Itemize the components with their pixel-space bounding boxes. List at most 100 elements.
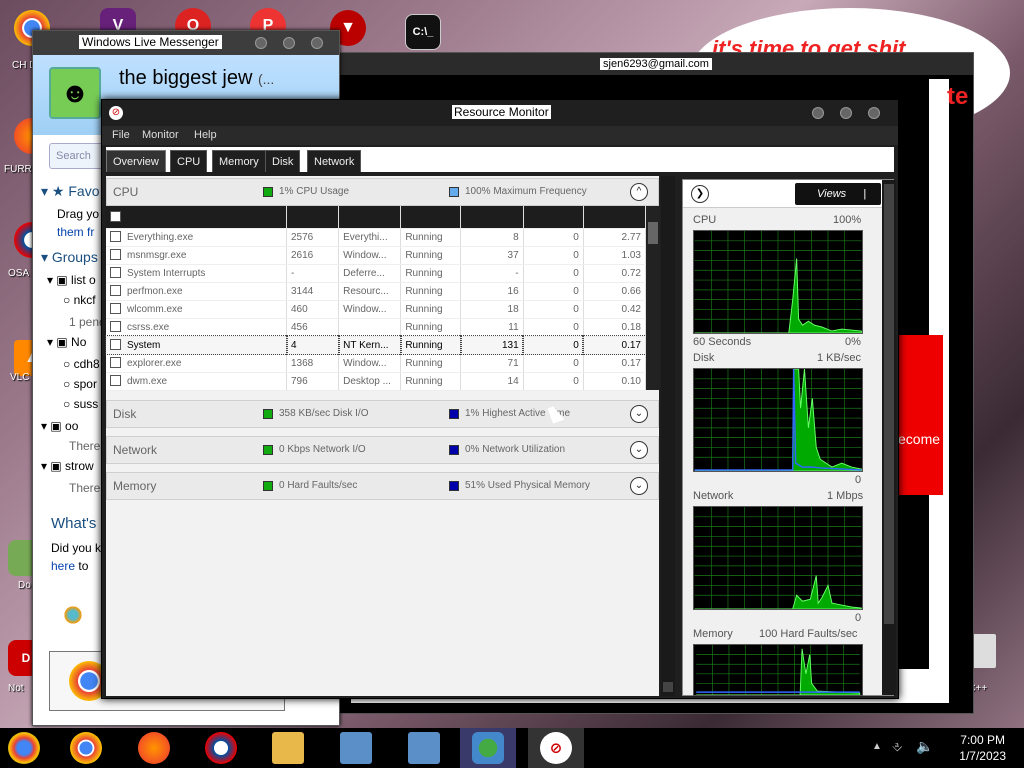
graph-panel: ❯ Views | CPU 100% 60 Seconds 0% Disk 1 … [682, 179, 894, 696]
disk-section-header[interactable]: Disk 358 KB/sec Disk I/O 1% Highest Acti… [106, 400, 659, 428]
explorer-taskbar-icon[interactable] [272, 732, 304, 764]
groups-header[interactable]: ▾ Groups [41, 249, 98, 266]
table-row[interactable]: msnmsgr.exe 2616 Window... Running 37 0 1.03 [106, 246, 647, 265]
process-checkbox[interactable] [110, 339, 121, 351]
whats-new-link[interactable]: here to [51, 559, 88, 573]
network-app-taskbar-icon[interactable] [340, 732, 372, 764]
contact-nkcf[interactable]: ○ nkcf [63, 293, 96, 307]
recycle-bin-icon[interactable] [972, 634, 996, 668]
memory-section-header[interactable]: Memory 0 Hard Faults/sec 51% Used Physic… [106, 472, 659, 500]
scrollbar-thumb[interactable] [884, 184, 894, 624]
messenger-taskbar-button[interactable] [460, 728, 516, 768]
show-hidden-icons[interactable]: ▲ [872, 741, 882, 752]
select-all-checkbox[interactable] [110, 211, 121, 223]
process-checkbox[interactable] [110, 249, 121, 261]
messenger-titlebar[interactable]: Windows Live Messenger [33, 31, 339, 55]
resmon-taskbar-button[interactable]: ⊘ [528, 728, 584, 768]
contact-suss[interactable]: ○ suss [63, 397, 98, 411]
minimize-icon[interactable] [812, 107, 824, 119]
start-button[interactable] [8, 732, 40, 764]
collapse-graphs-icon[interactable]: ❯ [691, 185, 709, 203]
tab-memory[interactable]: Memory [212, 150, 266, 172]
clock[interactable]: 7:00 PM 1/7/2023 [959, 732, 1006, 764]
table-row[interactable]: wlcomm.exe 460 Window... Running 18 0 0.42 [106, 300, 647, 319]
column-header-status[interactable] [400, 206, 462, 229]
chevron-down-icon[interactable]: ⌄ [630, 441, 648, 459]
tab-disk[interactable]: Disk [265, 150, 301, 172]
tab-network[interactable]: Network [307, 150, 362, 172]
scrollbar-thumb[interactable] [648, 222, 658, 244]
column-header-pid[interactable] [286, 206, 340, 229]
process-checkbox[interactable] [110, 231, 121, 243]
process-checkbox[interactable] [110, 357, 121, 369]
chrome-taskbar-icon[interactable] [70, 732, 102, 764]
group-strow[interactable]: ▾ ▣ strow [41, 459, 94, 473]
minimize-icon[interactable] [255, 37, 267, 49]
column-header-cpu[interactable] [523, 206, 584, 229]
chevron-down-icon[interactable]: ⌄ [630, 477, 648, 495]
menu-monitor[interactable]: Monitor [142, 129, 179, 141]
display-name[interactable]: the biggest jew (... [119, 67, 274, 90]
table-row[interactable]: perfmon.exe 3144 Resourc... Running 16 0 0.66 [106, 282, 647, 301]
contact-cdh[interactable]: ○ cdh8 [63, 357, 100, 371]
table-row[interactable]: csrss.exe 456 Running 11 0 0.18 [106, 318, 647, 337]
cell-desc: NT Kern... [337, 335, 402, 355]
column-header-image[interactable] [106, 206, 287, 229]
menu-help[interactable]: Help [194, 129, 217, 141]
resmon-titlebar[interactable]: ⊘ Resource Monitor [102, 100, 898, 126]
close-icon[interactable] [311, 37, 323, 49]
memory-section-label: Memory [113, 479, 157, 493]
maximize-icon[interactable] [840, 107, 852, 119]
views-button[interactable]: Views | [795, 183, 881, 205]
process-name: perfmon.exe [127, 285, 183, 297]
process-checkbox[interactable] [110, 321, 121, 333]
close-icon[interactable] [868, 107, 880, 119]
cell-avg: 0.17 [582, 335, 647, 355]
process-checkbox[interactable] [110, 267, 121, 279]
cmd-desktop-icon[interactable]: C:\_ [405, 14, 441, 50]
network-section-header[interactable]: Network 0 Kbps Network I/O 0% Network Ut… [106, 436, 659, 464]
favorites-hint-link[interactable]: them fr [57, 225, 94, 239]
table-row[interactable]: dwm.exe 796 Desktop ... Running 14 0 0.10 [106, 372, 647, 391]
tab-overview[interactable]: Overview [106, 150, 166, 172]
firefox-taskbar-icon[interactable] [138, 732, 170, 764]
chevron-down-icon[interactable]: ⌄ [630, 405, 648, 423]
graph-panel-scrollbar[interactable] [882, 180, 896, 695]
table-row[interactable]: System 4 NT Kern... Running 131 0 0.17 [105, 335, 647, 355]
whats-new-header: What's [51, 515, 97, 532]
table-row[interactable]: System Interrupts - Deferre... Running -0 0.7… [106, 264, 647, 283]
cell-status: Running [400, 246, 462, 265]
maximize-icon[interactable] [283, 37, 295, 49]
favorites-header[interactable]: ▾ ★ Favo [41, 183, 99, 200]
cell-pid: 1368 [286, 354, 340, 373]
column-header-average-cpu[interactable] [583, 206, 647, 229]
menu-file[interactable]: File [112, 129, 130, 141]
network-tray-icon[interactable]: ⎀ [892, 739, 902, 755]
avatar[interactable]: ☻ [49, 67, 101, 119]
overview-scrollbar[interactable] [661, 176, 675, 696]
group-oo[interactable]: ▾ ▣ oo [41, 419, 78, 433]
group-no[interactable]: ▾ ▣ No [47, 335, 86, 349]
group-list-of[interactable]: ▾ ▣ list o [47, 273, 96, 287]
tab-cpu[interactable]: CPU [170, 150, 208, 172]
process-checkbox[interactable] [110, 285, 121, 297]
process-checkbox[interactable] [110, 375, 121, 387]
process-checkbox[interactable] [110, 303, 121, 315]
resource-monitor-window[interactable]: ⊘ Resource Monitor File Monitor Help Ove… [101, 99, 899, 699]
cell-avg: 2.77 [583, 228, 647, 247]
table-row[interactable]: explorer.exe 1368 Window... Running 71 0 0.17 [106, 354, 647, 373]
table-row[interactable]: Everything.exe 2576 Everythi... Running 8 0 2.… [106, 228, 647, 247]
cpu-section-header[interactable]: CPU 1% CPU Usage 100% Maximum Frequency … [106, 178, 659, 206]
column-header-description[interactable] [338, 206, 402, 229]
network-graph [693, 506, 863, 610]
search-input[interactable]: Search [49, 143, 109, 169]
chevron-up-icon[interactable]: ^ [630, 183, 648, 201]
network-app2-taskbar-icon[interactable] [408, 732, 440, 764]
scrollbar-thumb[interactable] [663, 682, 673, 692]
cpu-table-scrollbar[interactable] [646, 206, 660, 390]
memory-used-text: 51% Used Physical Memory [465, 480, 591, 491]
osa-taskbar-icon[interactable] [205, 732, 237, 764]
volume-tray-icon[interactable]: 🔈 [916, 738, 933, 755]
column-header-threads[interactable] [460, 206, 524, 229]
contact-spor[interactable]: ○ spor [63, 377, 97, 391]
